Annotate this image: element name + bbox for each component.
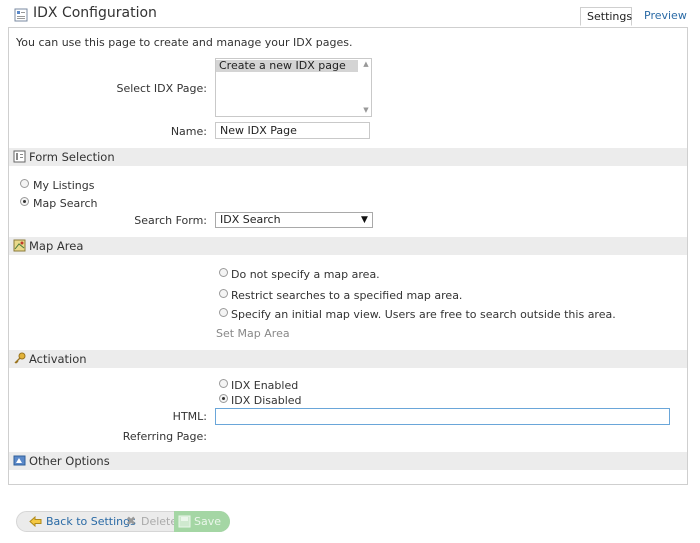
- dropdown-arrow-icon[interactable]: ▼: [361, 212, 368, 228]
- radio-label: IDX Enabled: [231, 379, 299, 392]
- radio-label: Specify an initial map view. Users are f…: [231, 308, 616, 321]
- options-icon: [13, 455, 26, 466]
- save-button[interactable]: Save: [174, 511, 230, 532]
- select-idx-page-label: Select IDX Page:: [116, 82, 207, 95]
- scroll-down-icon[interactable]: ▼: [361, 106, 371, 114]
- radio-label: Restrict searches to a specified map are…: [231, 289, 463, 302]
- radio-no-map-area[interactable]: [219, 268, 228, 277]
- listbox-option[interactable]: Create a new IDX page: [216, 60, 358, 72]
- configuration-page-icon: [14, 8, 28, 22]
- back-to-settings-button[interactable]: Back to Settings: [46, 511, 136, 532]
- tab-settings[interactable]: Settings: [580, 7, 632, 26]
- intro-text: You can use this page to create and mana…: [16, 36, 353, 49]
- delete-icon: ✖: [126, 514, 137, 528]
- radio-label: Do not specify a map area.: [231, 268, 380, 281]
- search-form-label: Search Form:: [134, 214, 207, 227]
- section-title: Map Area: [29, 239, 84, 253]
- html-input[interactable]: [215, 408, 670, 425]
- key-icon: [14, 352, 26, 364]
- radio-idx-enabled[interactable]: [219, 379, 228, 388]
- radio-map-search[interactable]: [20, 197, 29, 206]
- search-form-select[interactable]: IDX Search: [215, 212, 373, 228]
- section-title: Form Selection: [29, 150, 115, 164]
- name-label: Name:: [170, 125, 207, 138]
- section-title: Activation: [29, 352, 87, 366]
- section-map-area: [9, 237, 687, 255]
- section-activation: [9, 350, 687, 368]
- delete-button[interactable]: Delete: [141, 511, 177, 532]
- name-input[interactable]: New IDX Page: [215, 122, 370, 139]
- section-other-options: [9, 452, 687, 470]
- radio-label: Map Search: [33, 197, 98, 210]
- scroll-up-icon[interactable]: ▲: [361, 60, 371, 68]
- page-title: IDX Configuration: [33, 5, 157, 21]
- referring-page-label: Referring Page:: [122, 430, 207, 443]
- map-icon: [13, 239, 26, 252]
- radio-label: My Listings: [33, 179, 95, 192]
- back-arrow-icon: [29, 516, 42, 527]
- save-label: Save: [194, 515, 222, 528]
- html-label: HTML:: [172, 410, 207, 423]
- radio-idx-disabled[interactable]: [219, 394, 228, 403]
- save-icon: [178, 515, 191, 528]
- tab-preview[interactable]: Preview: [638, 7, 688, 26]
- radio-label: IDX Disabled: [231, 394, 302, 407]
- form-icon: [13, 150, 26, 163]
- radio-restrict-map-area[interactable]: [219, 289, 228, 298]
- section-title: Other Options: [29, 454, 110, 468]
- radio-initial-map-view[interactable]: [219, 308, 228, 317]
- set-map-area-link[interactable]: Set Map Area: [216, 327, 290, 340]
- radio-my-listings[interactable]: [20, 179, 29, 188]
